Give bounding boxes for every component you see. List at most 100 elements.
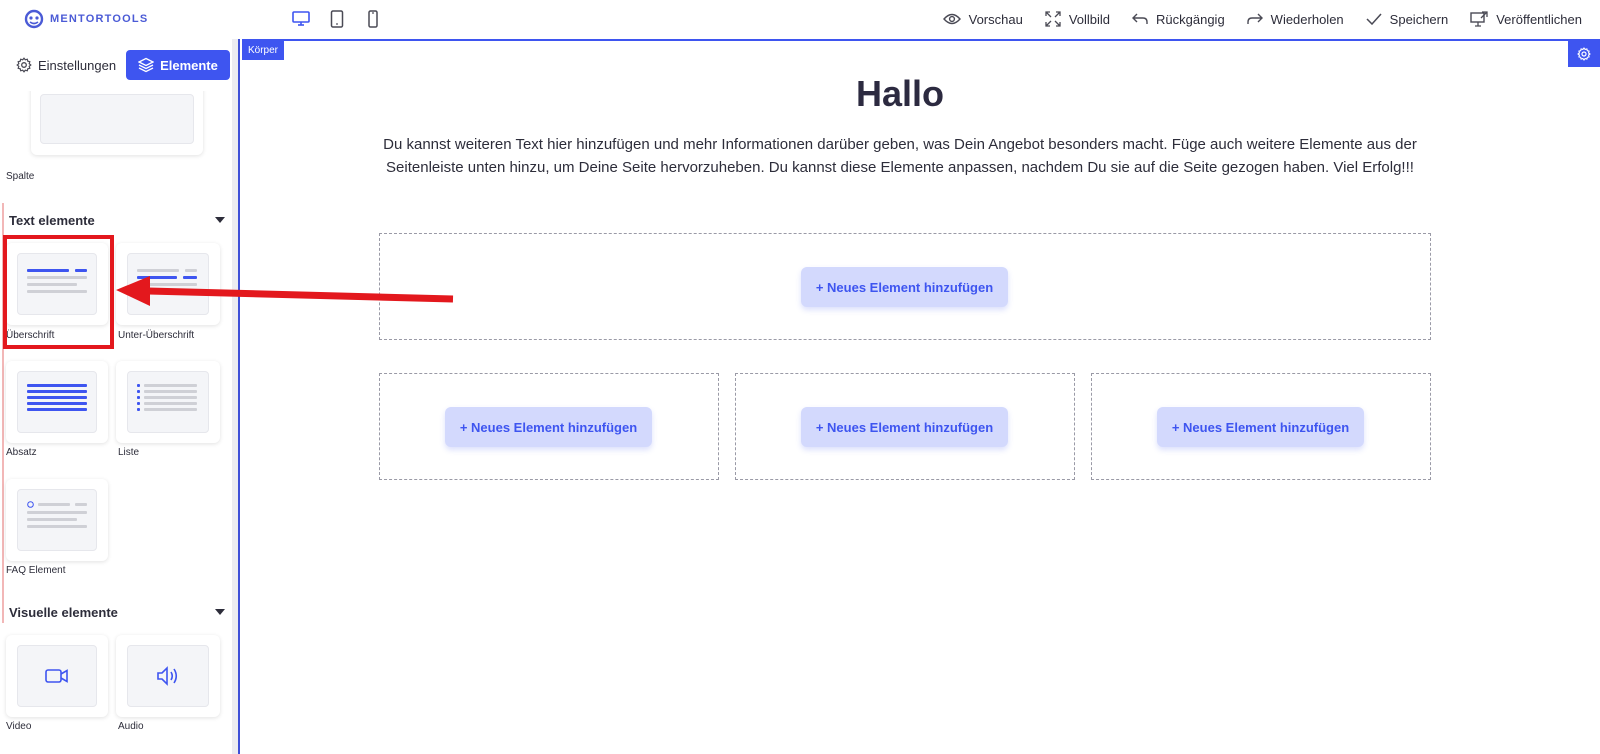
desktop-view-button[interactable] (290, 9, 312, 29)
preview-line (27, 525, 87, 528)
section-visual-title: Visuelle elemente (9, 605, 118, 620)
logo: MENTORTOOLS (24, 9, 148, 29)
device-switcher (290, 9, 384, 29)
mentortools-logo-icon (24, 9, 44, 29)
preview-line (144, 396, 197, 399)
element-label-audio: Audio (118, 721, 144, 732)
element-label-list: Liste (118, 447, 140, 458)
preview-bullet (137, 384, 140, 387)
paragraph-preview (17, 371, 97, 433)
page-intro-text[interactable]: Du kannst weiteren Text hier hinzufügen … (370, 133, 1430, 179)
element-card-paragraph[interactable] (6, 361, 108, 443)
mobile-view-button[interactable] (362, 9, 384, 29)
add-element-button[interactable]: + Neues Element hinzufügen (445, 407, 652, 447)
undo-button[interactable]: Rückgängig (1132, 12, 1225, 27)
body-settings-button[interactable] (1568, 41, 1600, 67)
preview-line (27, 384, 87, 387)
save-button[interactable]: Speichern (1366, 11, 1449, 27)
check-icon (1366, 13, 1382, 25)
preview-line (144, 384, 197, 387)
tab-elements-label: Elemente (160, 57, 218, 73)
section-visual-elements[interactable]: Visuelle elemente (9, 605, 225, 620)
preview-bullet (137, 402, 140, 405)
preview-line (27, 408, 87, 411)
undo-icon (1132, 13, 1148, 24)
fullscreen-button[interactable]: Vollbild (1045, 11, 1110, 27)
list-preview (127, 371, 209, 433)
preview-bullet (137, 390, 140, 393)
preview-line (144, 408, 197, 411)
tab-elements[interactable]: Elemente (126, 50, 230, 80)
top-bar: MENTORTOOLS Vorschau Vollbild Rückgängig… (0, 0, 1600, 38)
add-element-button[interactable]: + Neues Element hinzufügen (1157, 407, 1364, 447)
element-card-column[interactable] (31, 91, 203, 155)
audio-preview (127, 645, 209, 707)
speaker-icon (157, 666, 178, 686)
preview-bullet (137, 408, 140, 411)
caret-down-icon (215, 217, 225, 223)
save-label: Speichern (1389, 11, 1449, 27)
preview-line (137, 283, 197, 286)
publish-button[interactable]: Veröffentlichen (1470, 11, 1582, 27)
video-camera-icon (45, 669, 68, 683)
element-card-video[interactable] (6, 635, 108, 717)
caret-down-icon (215, 609, 225, 615)
gear-icon (1577, 47, 1591, 61)
redo-button[interactable]: Wiederholen (1246, 11, 1344, 27)
highlight-box (3, 235, 114, 349)
preview-line (185, 269, 197, 272)
layers-icon (138, 57, 155, 73)
tablet-view-button[interactable] (326, 9, 348, 29)
preview-line (27, 518, 77, 521)
element-card-audio[interactable] (116, 635, 220, 717)
mobile-icon (368, 10, 378, 28)
preview-line (27, 390, 87, 393)
subheading-preview (127, 253, 209, 315)
element-card-faq[interactable] (6, 479, 108, 561)
elements-panel: Spalte Text elemente Überschrift Unter-Ü… (0, 91, 234, 754)
preview-line (137, 290, 187, 293)
body-tag[interactable]: Körper (242, 41, 285, 60)
tab-settings[interactable]: Einstellungen (16, 57, 116, 73)
dropzone-column-3[interactable]: + Neues Element hinzufügen (1091, 373, 1431, 480)
sidebar: Einstellungen Elemente Spalte Text eleme… (0, 39, 240, 754)
preview-line (38, 503, 70, 506)
preview-line (137, 269, 179, 272)
preview-line (144, 402, 197, 405)
element-label-video: Video (6, 721, 32, 732)
section-text-elements[interactable]: Text elemente (9, 213, 225, 228)
eye-icon (942, 13, 961, 25)
preview-line (183, 276, 197, 279)
preview-line (137, 276, 177, 279)
video-preview (17, 645, 97, 707)
column-preview (40, 94, 194, 144)
preview-button[interactable]: Vorschau (942, 11, 1023, 27)
page-title[interactable]: Hallo (242, 73, 1558, 115)
preview-bullet (137, 396, 140, 399)
desktop-icon (292, 11, 310, 26)
element-card-subheading[interactable] (116, 243, 220, 325)
preview-line (144, 390, 197, 393)
preview-line (27, 402, 87, 405)
undo-label: Rückgängig (1156, 11, 1225, 27)
fullscreen-icon (1045, 11, 1061, 27)
redo-icon (1246, 13, 1263, 24)
dropzone-column-1[interactable]: + Neues Element hinzufügen (379, 373, 719, 480)
gear-icon (16, 57, 32, 73)
logo-text: MENTORTOOLS (50, 13, 149, 25)
dropzone-column-2[interactable]: + Neues Element hinzufügen (735, 373, 1075, 480)
dropzone-full[interactable]: + Neues Element hinzufügen (379, 233, 1431, 340)
element-label-column: Spalte (6, 171, 35, 182)
add-element-button[interactable]: + Neues Element hinzufügen (801, 407, 1008, 447)
tablet-icon (330, 10, 344, 28)
tab-settings-label: Einstellungen (38, 57, 117, 73)
element-card-list[interactable] (116, 361, 220, 443)
element-label-paragraph: Absatz (6, 447, 37, 458)
preview-line (27, 511, 87, 514)
fullscreen-label: Vollbild (1068, 11, 1111, 27)
redo-label: Wiederholen (1270, 11, 1344, 27)
add-element-button[interactable]: + Neues Element hinzufügen (801, 267, 1008, 307)
page-canvas[interactable]: Körper Hallo Du kannst weiteren Text hie… (242, 39, 1600, 754)
toolbar-actions: Vorschau Vollbild Rückgängig Wiederholen… (942, 0, 1582, 38)
preview-label: Vorschau (968, 11, 1023, 27)
